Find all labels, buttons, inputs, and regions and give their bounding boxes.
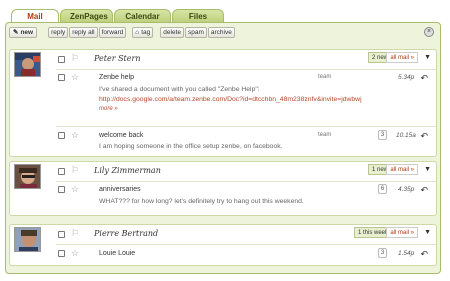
star-icon[interactable]: ☆ <box>71 73 79 82</box>
thread-lily-zimmerman: ⚐ Lily Zimmerman 1 new all mail » ▼ ☆ an… <box>9 161 437 216</box>
reply-all-button[interactable]: reply all <box>69 27 98 38</box>
message-item[interactable]: ☆ Louie Louie 3 1.54p ↶ <box>56 248 436 264</box>
message-time: 5.34p <box>398 74 415 81</box>
message-link[interactable]: http://docs.google.com/a/team.zenbe.com/… <box>99 96 362 103</box>
message-subject: anniversaries <box>99 186 141 193</box>
thread-checkbox[interactable] <box>58 168 65 175</box>
thread-header[interactable]: ⚐ Lily Zimmerman 1 new all mail » ▼ <box>10 162 436 189</box>
tag-label: tag <box>141 29 151 36</box>
chevron-down-icon[interactable]: ▼ <box>424 229 431 236</box>
mail-panel: ✎ new reply reply all forward ⌂ tag dele… <box>5 22 441 274</box>
spam-button[interactable]: spam <box>185 27 207 38</box>
avatar <box>14 164 41 189</box>
tab-calendar[interactable]: Calendar <box>114 9 171 23</box>
all-mail-link[interactable]: all mail » <box>386 164 418 175</box>
message-item[interactable]: ☆ welcome back team 3 10.15a ↶ I am hopi… <box>56 130 436 156</box>
avatar <box>14 52 41 77</box>
message-time: 10.15a <box>396 132 416 139</box>
tag-icon: ⌂ <box>135 29 140 36</box>
flag-icon[interactable]: ⚐ <box>71 166 79 175</box>
divider <box>56 126 436 127</box>
reply-arrow-icon[interactable]: ↶ <box>420 249 428 260</box>
reply-group: reply reply all forward <box>48 27 127 38</box>
sender-name: Pierre Bertrand <box>94 229 159 238</box>
tag-button[interactable]: ⌂ tag <box>132 27 154 38</box>
message-count-badge: 3 <box>378 248 387 258</box>
message-checkbox[interactable] <box>58 250 65 257</box>
divider <box>56 69 436 70</box>
message-count-badge: 6 <box>378 184 387 194</box>
message-preview: I am hoping someone in the office setup … <box>99 143 283 150</box>
message-header: ☆ anniversaries 6 4.35p ↶ <box>56 184 436 196</box>
message-header: ☆ Zenbe help team 5.34p ↶ <box>56 72 436 84</box>
message-subject: Zenbe help <box>99 74 135 81</box>
message-checkbox[interactable] <box>58 74 65 81</box>
message-tag: team <box>318 74 332 80</box>
message-header: ☆ Louie Louie 3 1.54p ↶ <box>56 248 436 260</box>
reply-arrow-icon[interactable]: ↶ <box>420 131 428 142</box>
archive-button[interactable]: archive <box>207 27 235 38</box>
message-item[interactable]: ☆ anniversaries 6 4.35p ↶ WHAT??? for ho… <box>56 184 436 214</box>
divider <box>56 181 436 182</box>
star-icon[interactable]: ☆ <box>71 185 79 194</box>
tab-bar: Mail ZenPages Calendar Files <box>11 9 225 24</box>
tab-zenpages[interactable]: ZenPages <box>60 9 113 23</box>
thread-header[interactable]: ⚐ Pierre Bertrand 1 this week all mail »… <box>10 225 436 252</box>
message-preview: I've shared a document with you called "… <box>99 86 260 93</box>
message-preview: WHAT??? for how long? let's definitely t… <box>99 198 304 205</box>
close-circle-icon[interactable]: × <box>424 27 434 37</box>
new-label: new <box>20 29 34 36</box>
message-subject: welcome back <box>99 132 144 139</box>
flag-icon[interactable]: ⚐ <box>71 229 79 238</box>
forward-button[interactable]: forward <box>98 27 127 38</box>
message-header: ☆ welcome back team 3 10.15a ↶ <box>56 130 436 142</box>
thread-checkbox[interactable] <box>58 231 65 238</box>
chevron-down-icon[interactable]: ▼ <box>424 54 431 61</box>
tab-files[interactable]: Files <box>172 9 224 23</box>
thread-peter-stern: ⚐ Peter Stern 2 new all mail » ▼ ☆ Zenbe… <box>9 49 437 157</box>
thread-checkbox[interactable] <box>58 56 65 63</box>
reply-arrow-icon[interactable]: ↶ <box>420 185 428 196</box>
message-tag: team <box>318 132 332 138</box>
more-link[interactable]: more » <box>99 106 118 112</box>
thread-pierre-bertrand: ⚐ Pierre Bertrand 1 this week all mail »… <box>9 224 437 266</box>
tag-group: ⌂ tag <box>132 27 154 38</box>
all-mail-link[interactable]: all mail » <box>386 52 418 63</box>
avatar <box>14 227 41 252</box>
divider <box>56 244 436 245</box>
flag-icon[interactable]: ⚐ <box>71 54 79 63</box>
delete-button[interactable]: delete <box>160 27 184 38</box>
reply-arrow-icon[interactable]: ↶ <box>420 73 428 84</box>
pencil-icon: ✎ <box>13 29 19 36</box>
all-mail-link[interactable]: all mail » <box>386 227 418 238</box>
message-item[interactable]: ☆ Zenbe help team 5.34p ↶ I've shared a … <box>56 72 436 130</box>
message-checkbox[interactable] <box>58 186 65 193</box>
thread-header[interactable]: ⚐ Peter Stern 2 new all mail » ▼ <box>10 50 436 77</box>
toolbar: ✎ new reply reply all forward ⌂ tag dele… <box>8 25 438 40</box>
sender-name: Lily Zimmerman <box>94 166 161 175</box>
message-time: 4.35p <box>398 186 415 193</box>
message-time: 1.54p <box>398 250 415 257</box>
message-subject: Louie Louie <box>99 250 136 257</box>
message-count-badge: 3 <box>378 130 387 140</box>
chevron-down-icon[interactable]: ▼ <box>424 166 431 173</box>
star-icon[interactable]: ☆ <box>71 131 79 140</box>
action-group: delete spam archive <box>160 27 236 38</box>
message-checkbox[interactable] <box>58 132 65 139</box>
reply-button[interactable]: reply <box>48 27 69 38</box>
new-button[interactable]: ✎ new <box>9 27 38 38</box>
star-icon[interactable]: ☆ <box>71 249 79 258</box>
sender-name: Peter Stern <box>94 54 141 63</box>
